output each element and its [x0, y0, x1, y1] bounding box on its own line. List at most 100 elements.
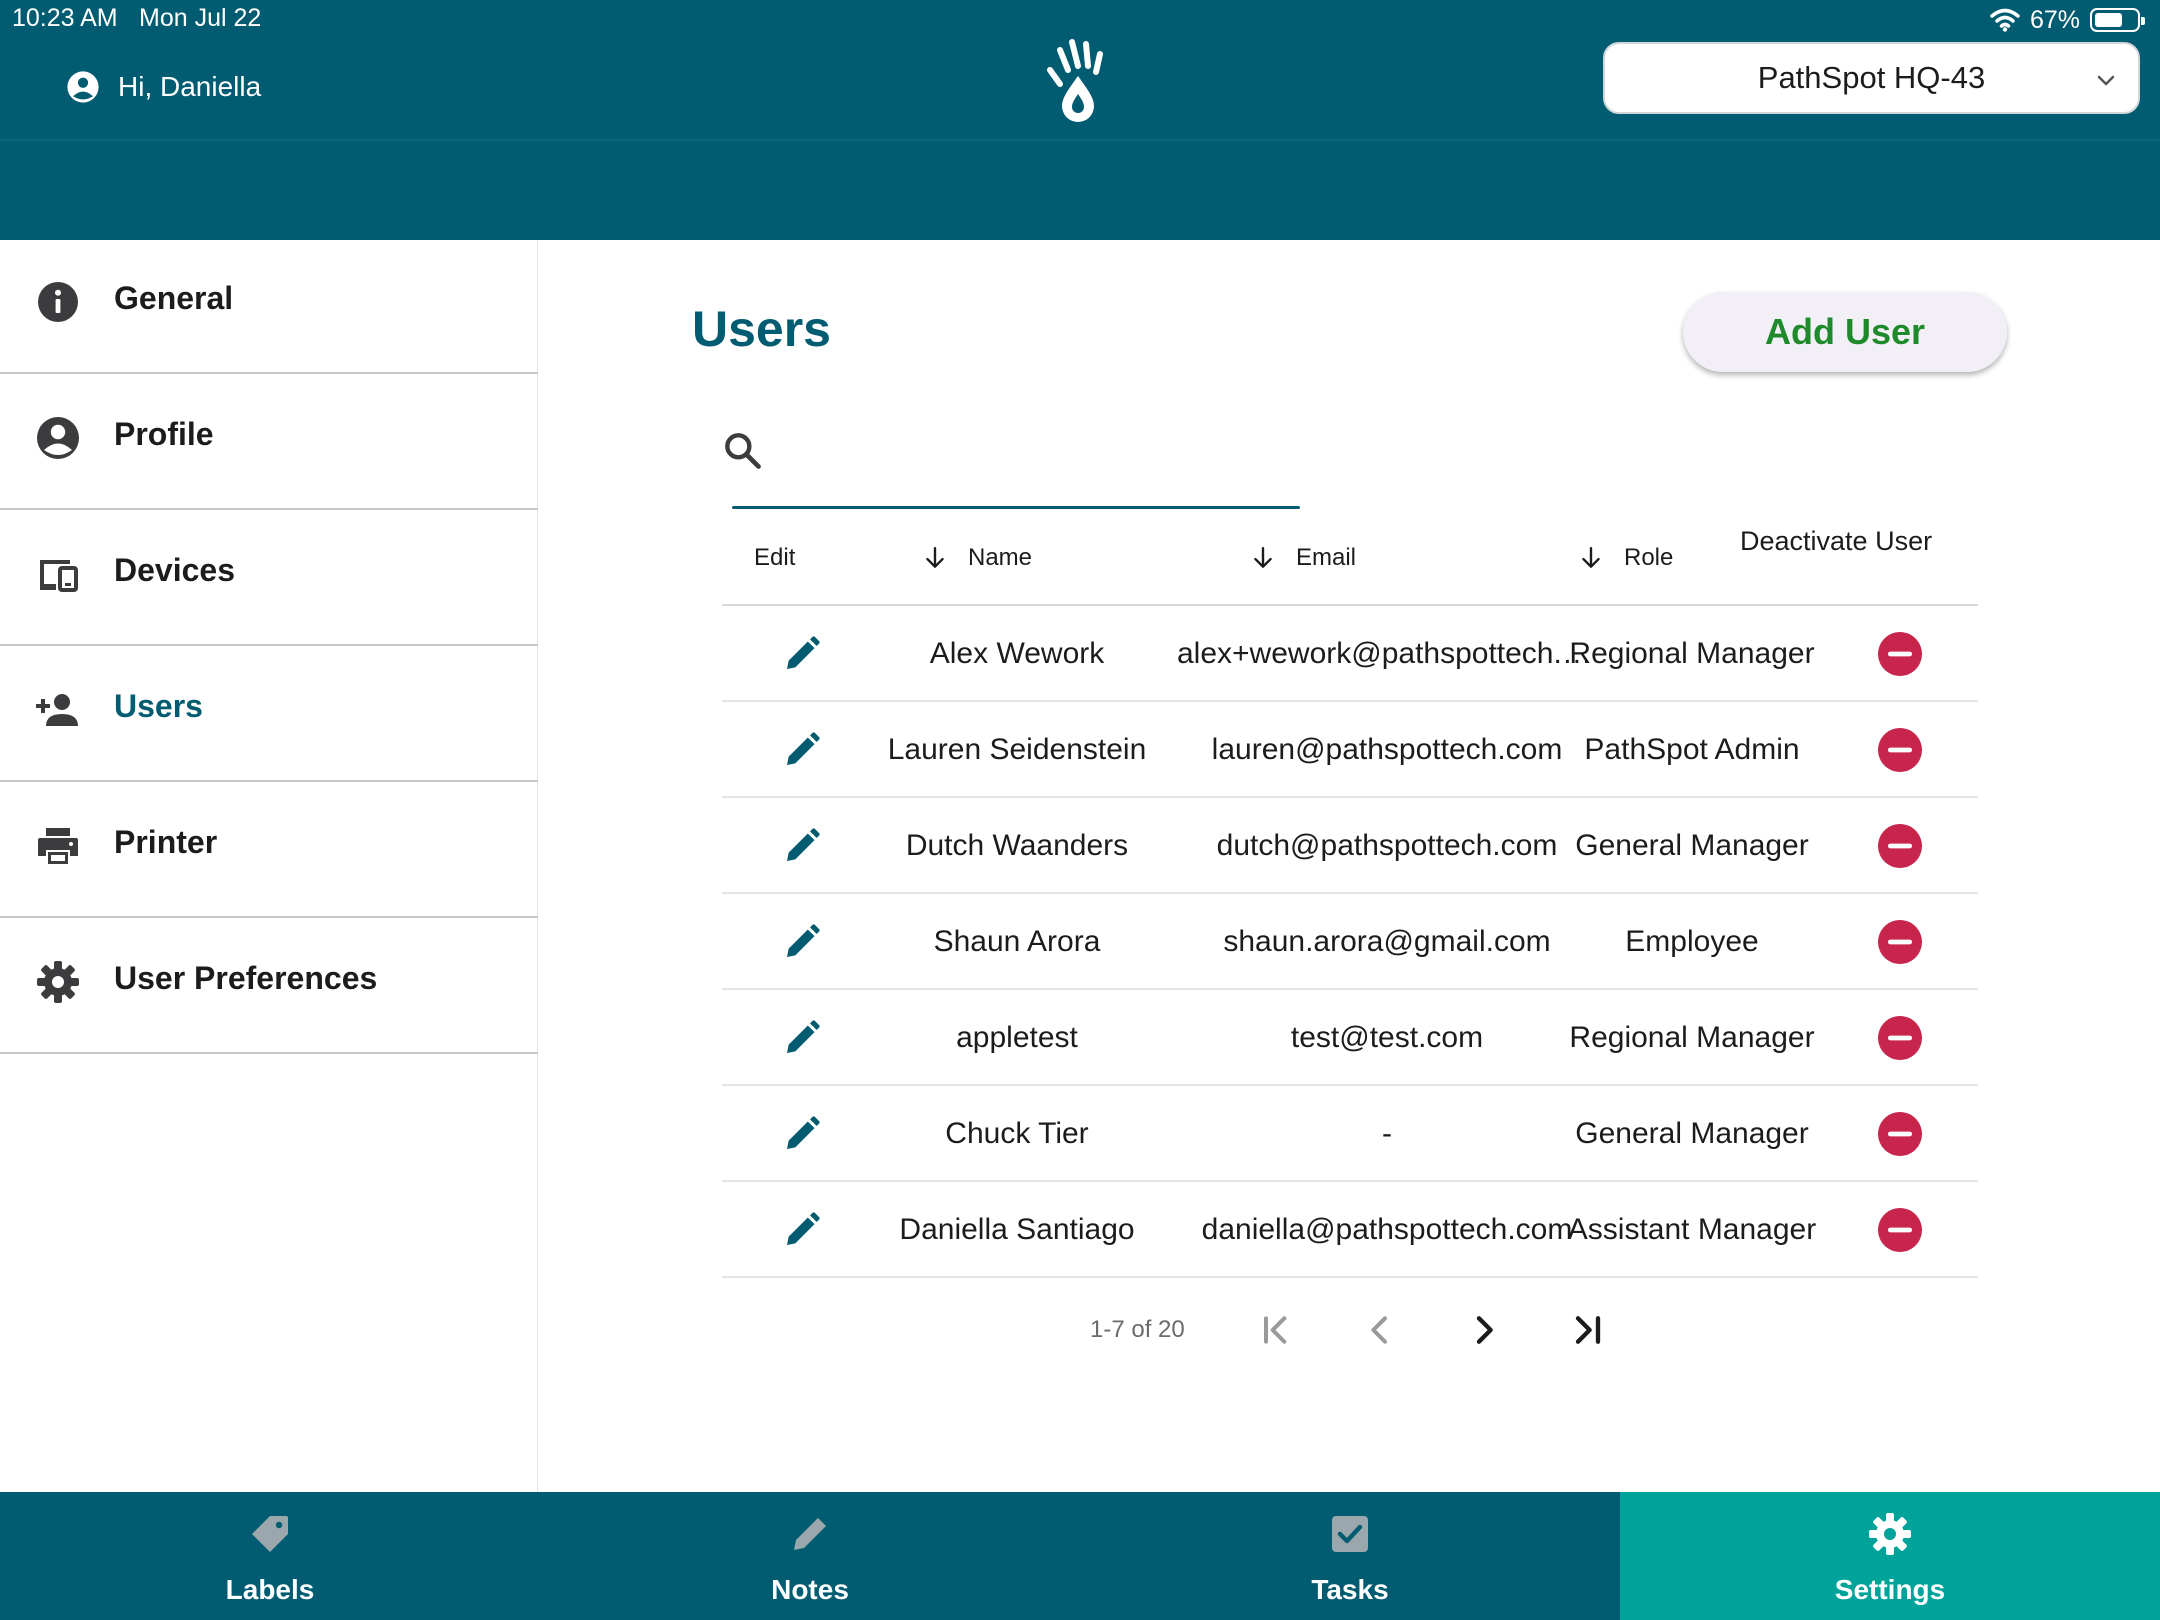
edit-pencil-icon [787, 1212, 820, 1245]
gear-icon [1869, 1513, 1911, 1555]
battery-icon [2090, 8, 2145, 32]
table-row: Alex Wework alex+wework@pathspottech.com R… [722, 606, 1978, 702]
checkbox-icon [1332, 1516, 1368, 1552]
deactivate-user-button[interactable] [1820, 1182, 1980, 1278]
account-circle-icon [37, 417, 79, 459]
sidebar-item-label: Devices [114, 552, 235, 588]
edit-user-button[interactable] [762, 798, 842, 894]
search-underline [732, 506, 1300, 509]
status-time: 10:23 AM [12, 4, 118, 32]
tab-label: Tasks [1311, 1574, 1389, 1605]
battery-percent: 67% [2029, 5, 2080, 34]
sidebar-item-user-preferences[interactable]: User Preferences [0, 920, 538, 1054]
column-header-name[interactable]: Name [922, 544, 1032, 572]
printer-icon [38, 828, 78, 864]
tab-settings[interactable]: Settings [1620, 1492, 2160, 1620]
deactivate-user-button[interactable] [1820, 894, 1980, 990]
gear-icon [37, 961, 79, 1003]
page-title: Users [692, 301, 831, 357]
remove-circle-icon [1878, 1016, 1922, 1060]
pagination-range: 1-7 of 20 [1090, 1316, 1185, 1343]
first-page-icon[interactable] [1256, 1310, 1296, 1350]
wifi-icon [1990, 8, 2020, 32]
edit-user-button[interactable] [762, 990, 842, 1086]
next-page-icon[interactable] [1464, 1310, 1504, 1350]
user-role: General Manager [1575, 1117, 1809, 1150]
last-page-icon[interactable] [1568, 1310, 1608, 1350]
users-table: Edit Name Email Role Deactivate User Ale… [722, 510, 1978, 1278]
sidebar-item-printer[interactable]: Printer [0, 784, 538, 918]
tab-notes[interactable]: Notes [540, 1492, 1080, 1620]
search-field [720, 420, 1300, 510]
edit-pencil-icon [787, 1020, 820, 1053]
deactivate-user-button[interactable] [1820, 702, 1980, 798]
edit-pencil-icon [787, 828, 820, 861]
edit-user-button[interactable] [762, 1182, 842, 1278]
sidebar-item-label: General [114, 280, 234, 316]
user-role: PathSpot Admin [1584, 733, 1800, 766]
settings-sidebar: General Profile Devices Users Printer Us… [0, 240, 538, 1492]
tag-icon [252, 1516, 288, 1552]
search-input[interactable] [784, 420, 1294, 490]
edit-user-button[interactable] [762, 606, 842, 702]
sidebar-item-profile[interactable]: Profile [0, 376, 538, 510]
table-row: Dutch Waanders dutch@pathspottech.com Gene… [722, 798, 1978, 894]
edit-pencil-icon [787, 924, 820, 957]
table-row: Daniella Santiago daniella@pathspottech.c… [722, 1182, 1978, 1278]
user-role: Regional Manager [1569, 637, 1815, 670]
previous-page-icon[interactable] [1360, 1310, 1400, 1350]
sort-arrow-down-icon [1582, 547, 1600, 568]
pathspot-logo-icon [1047, 39, 1103, 122]
topbar-divider [0, 139, 2160, 141]
user-role: Assistant Manager [1567, 1213, 1817, 1246]
person-add-icon [36, 694, 78, 726]
deactivate-user-button[interactable] [1820, 606, 1980, 702]
column-header-deactivate: Deactivate User [1740, 526, 1933, 556]
edit-pencil-icon [787, 732, 820, 765]
top-bar: 10:23 AM Mon Jul 22 67% Hi, Daniella Pat… [0, 0, 2160, 240]
tab-label: Labels [225, 1574, 315, 1605]
column-header-edit: Edit [754, 544, 796, 571]
sidebar-item-general[interactable]: General [0, 240, 538, 374]
tab-label: Notes [771, 1574, 849, 1605]
chevron-down-icon [2097, 75, 2115, 86]
sidebar-item-label: Profile [114, 416, 214, 452]
remove-circle-icon [1878, 920, 1922, 964]
bottom-nav: Labels Notes Tasks Settings [0, 1492, 2160, 1620]
user-role: General Manager [1575, 829, 1809, 862]
remove-circle-icon [1878, 632, 1922, 676]
info-icon [38, 282, 78, 322]
pagination: 1-7 of 20 [1000, 1300, 1640, 1360]
location-select-value: PathSpot HQ-43 [1757, 60, 1986, 95]
pencil-icon [794, 1518, 826, 1550]
remove-circle-icon [1878, 1208, 1922, 1252]
remove-circle-icon [1878, 824, 1922, 868]
tab-label: Settings [1834, 1574, 1946, 1605]
column-header-email[interactable]: Email [1250, 544, 1356, 572]
sidebar-item-devices[interactable]: Devices [0, 512, 538, 646]
table-row: appletest test@test.com Regional Manager [722, 990, 1978, 1086]
edit-user-button[interactable] [762, 1086, 842, 1182]
user-role: Regional Manager [1569, 1021, 1815, 1054]
column-header-role[interactable]: Role [1578, 544, 1673, 572]
deactivate-user-button[interactable] [1820, 798, 1980, 894]
greeting-text: Hi, Daniella [118, 71, 262, 102]
location-select[interactable]: PathSpot HQ-43 [1603, 42, 2140, 114]
remove-circle-icon [1878, 728, 1922, 772]
edit-pencil-icon [787, 636, 820, 669]
edit-user-button[interactable] [762, 894, 842, 990]
status-indicators: 67% [1990, 2, 2145, 38]
add-user-button[interactable]: Add User [1683, 292, 2007, 372]
tab-labels[interactable]: Labels [0, 1492, 540, 1620]
deactivate-user-button[interactable] [1820, 990, 1980, 1086]
tab-tasks[interactable]: Tasks [1080, 1492, 1620, 1620]
deactivate-user-button[interactable] [1820, 1086, 1980, 1182]
search-icon [725, 433, 761, 469]
edit-user-button[interactable] [762, 702, 842, 798]
sidebar-item-label: Users [114, 688, 203, 724]
sidebar-item-users[interactable]: Users [0, 648, 538, 782]
table-row: Chuck Tier - General Manager [722, 1086, 1978, 1182]
table-row: Shaun Arora shaun.arora@gmail.com Employee [722, 894, 1978, 990]
remove-circle-icon [1878, 1112, 1922, 1156]
sort-arrow-down-icon [1254, 547, 1272, 568]
